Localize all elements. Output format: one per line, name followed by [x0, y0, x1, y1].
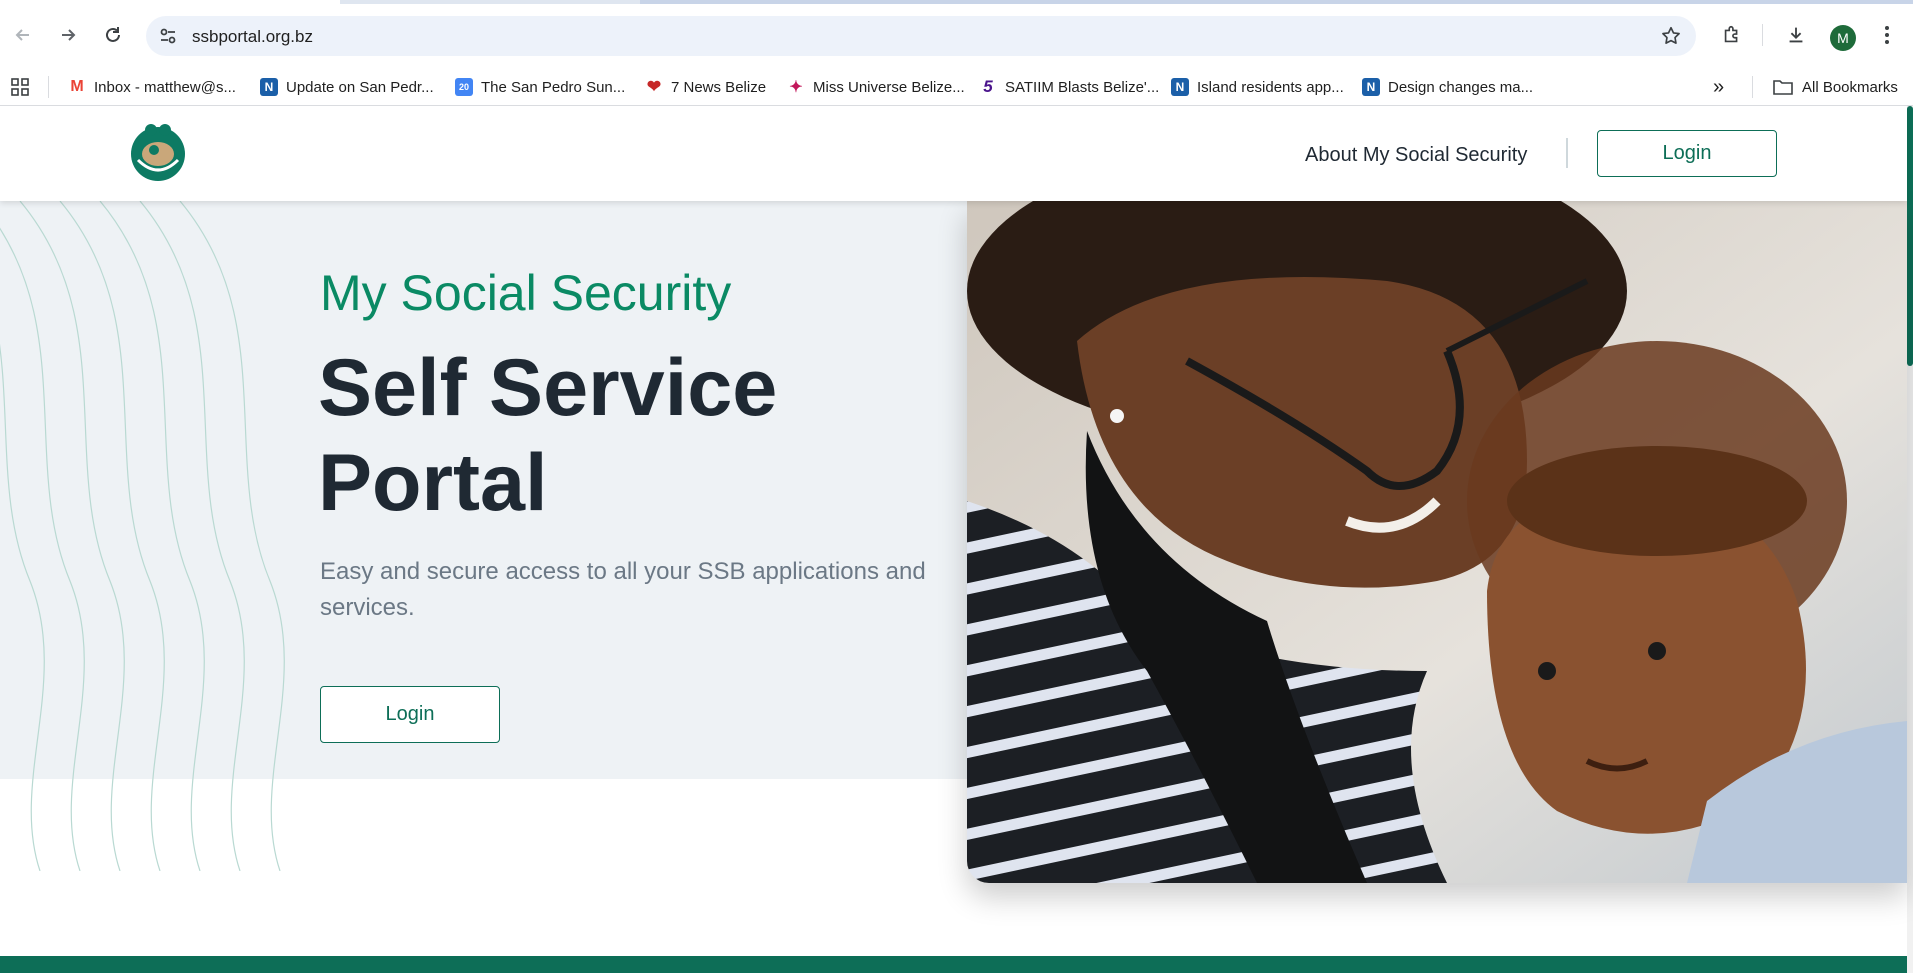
site-header: About My Social Security Login — [0, 106, 1907, 201]
arrow-right-icon — [62, 29, 76, 41]
page-scrollbar[interactable] — [1907, 106, 1913, 973]
bookmarks-divider — [48, 76, 49, 98]
folder-icon — [1773, 80, 1793, 95]
more-vertical-icon — [1885, 26, 1889, 44]
bookmark-label: Design changes ma... — [1388, 78, 1534, 96]
calendar-icon: 20 — [455, 78, 473, 96]
decorative-waves — [0, 201, 285, 871]
n-icon: N — [260, 78, 278, 96]
downloads-button[interactable] — [1779, 18, 1813, 52]
hero-eyebrow: My Social Security — [320, 265, 732, 321]
back-button[interactable] — [6, 18, 40, 52]
bookmark-label: The San Pedro Sun... — [481, 78, 626, 96]
web-page: About My Social Security Login My Social… — [0, 106, 1913, 973]
url-text[interactable]: ssbportal.org.bz — [192, 27, 313, 47]
heart-icon: ❤ — [646, 77, 662, 96]
hero-login-button[interactable]: Login — [320, 686, 500, 743]
five-icon: 5 — [983, 77, 993, 96]
bookmark-item[interactable]: N Island residents app... — [1171, 76, 1344, 98]
n-icon: N — [1171, 78, 1189, 96]
forward-button[interactable] — [51, 18, 85, 52]
hero-photo — [967, 201, 1907, 883]
bookmark-label: Inbox - matthew@s... — [94, 78, 236, 96]
bookmark-label: SATIIM Blasts Belize'... — [1005, 78, 1160, 96]
site-settings-icon[interactable] — [158, 26, 178, 51]
bookmark-item[interactable]: 20 The San Pedro Sun... — [455, 76, 625, 98]
hero-headline: Self Service Portal — [318, 343, 778, 528]
more-bookmarks-button[interactable]: » — [1713, 76, 1724, 98]
download-icon — [1789, 27, 1803, 43]
bookmark-item[interactable]: M Inbox - matthew@s... — [68, 76, 236, 98]
bookmark-label: Island residents app... — [1197, 78, 1344, 96]
toolbar-divider — [1762, 24, 1763, 46]
bookmark-item[interactable]: 5 SATIIM Blasts Belize'... — [979, 76, 1159, 98]
puzzle-icon — [1724, 25, 1738, 43]
hero-subtitle: Easy and secure access to all your SSB a… — [320, 558, 926, 621]
bookmark-label: 7 News Belize — [671, 78, 767, 96]
bookmarks-divider — [1752, 76, 1753, 98]
scrollbar-thumb[interactable] — [1907, 106, 1913, 366]
bookmark-item[interactable]: ✦ Miss Universe Belize... — [787, 76, 965, 98]
n-icon: N — [1362, 78, 1380, 96]
bookmark-item[interactable]: ❤ 7 News Belize — [645, 76, 766, 98]
header-login-button[interactable]: Login — [1597, 130, 1777, 177]
all-bookmarks-button[interactable]: All Bookmarks — [1772, 76, 1898, 98]
bookmarks-bar: M Inbox - matthew@s... N Update on San P… — [0, 66, 1913, 106]
all-bookmarks-label: All Bookmarks — [1802, 78, 1898, 96]
reload-icon — [106, 27, 120, 42]
bookmark-star-icon[interactable] — [1660, 25, 1682, 52]
bookmark-item[interactable]: N Update on San Pedr... — [260, 76, 434, 98]
profile-avatar[interactable]: M — [1830, 25, 1856, 51]
nav-about-link[interactable]: About My Social Security — [1305, 144, 1527, 167]
reload-button[interactable] — [96, 18, 130, 52]
apps-grid-icon — [11, 78, 29, 96]
bookmark-item[interactable]: N Design changes ma... — [1362, 76, 1533, 98]
arrow-left-icon — [15, 29, 29, 41]
figure-icon: ✦ — [789, 79, 803, 96]
gmail-icon: M — [68, 78, 86, 96]
extensions-button[interactable] — [1715, 18, 1749, 52]
nav-divider — [1566, 138, 1568, 168]
browser-menu-button[interactable] — [1870, 18, 1904, 52]
footer-band — [0, 956, 1907, 973]
browser-toolbar: ssbportal.org.bz M — [0, 4, 1913, 66]
ssb-logo[interactable] — [128, 120, 188, 182]
apps-button[interactable] — [10, 76, 30, 98]
address-bar[interactable]: ssbportal.org.bz — [146, 16, 1696, 56]
bookmark-label: Miss Universe Belize... — [813, 78, 965, 96]
bookmark-label: Update on San Pedr... — [286, 78, 434, 96]
